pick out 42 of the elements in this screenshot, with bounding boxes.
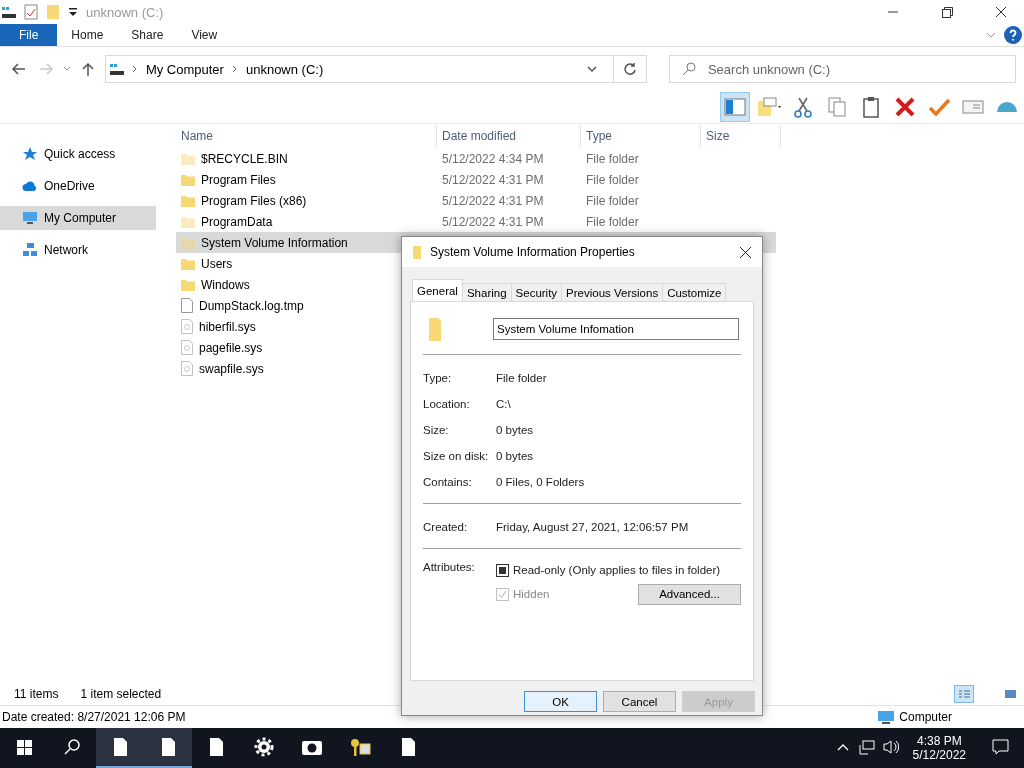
file-name: ProgramData	[201, 214, 273, 229]
dialog-title: System Volume Information Properties	[430, 245, 636, 259]
checkbox-label: Read-only (Only applies to files in folder)	[513, 564, 721, 576]
property-value: 0 bytes	[496, 424, 534, 436]
type-cell-text: File folder	[585, 172, 640, 187]
selection-count: 1 item selected	[80, 687, 162, 701]
checkbox-label: Hidden	[513, 588, 550, 600]
date-cell-text: 5/12/2022 4:31 PM	[441, 214, 545, 229]
window-title: unknown (C:)	[86, 4, 164, 20]
property-value: C:\	[496, 398, 511, 410]
item-count: 11 items	[14, 687, 59, 701]
property-value: File folder	[496, 372, 547, 384]
file-name: hiberfil.sys	[199, 319, 256, 334]
file-name: DumpStack.log.tmp	[199, 298, 304, 313]
location-label: Computer	[899, 710, 952, 724]
date-cell-text: 5/12/2022 4:31 PM	[441, 193, 545, 208]
attributes-label: Attributes:	[423, 561, 476, 575]
file-name: swapfile.sys	[199, 361, 264, 376]
file-name: $RECYCLE.BIN	[201, 151, 288, 166]
file-name: Program Files (x86)	[201, 193, 307, 208]
date-created: Date created: 8/27/2021 12:06 PM	[2, 710, 186, 724]
file-name: System Volume Information	[201, 235, 348, 250]
property-value: 0 bytes	[496, 450, 534, 462]
type-cell-text: File folder	[585, 193, 640, 208]
date-cell-text: 5/12/2022 4:34 PM	[441, 151, 545, 166]
property-value: Friday, August 27, 2021, 12:06:57 PM	[496, 521, 689, 533]
property-label: Type:	[423, 372, 453, 384]
date-cell-text: 5/12/2022 4:31 PM	[441, 172, 545, 187]
property-label: Size:	[423, 424, 450, 436]
property-label: Created:	[423, 521, 469, 533]
type-cell-text: File folder	[585, 214, 640, 229]
clock-time: 4:38 PM	[916, 734, 962, 748]
property-label: Size on disk:	[423, 450, 490, 462]
file-name: pagefile.sys	[199, 340, 263, 355]
file-name: Windows	[201, 277, 250, 292]
file-name: Users	[201, 256, 233, 271]
type-cell-text: File folder	[585, 151, 640, 166]
property-label: Contains:	[423, 476, 473, 488]
property-value: 0 Files, 0 Folders	[496, 476, 585, 488]
property-label: Location:	[423, 398, 471, 410]
file-name: Program Files	[201, 172, 276, 187]
clock-date: 5/12/2022	[912, 748, 966, 762]
